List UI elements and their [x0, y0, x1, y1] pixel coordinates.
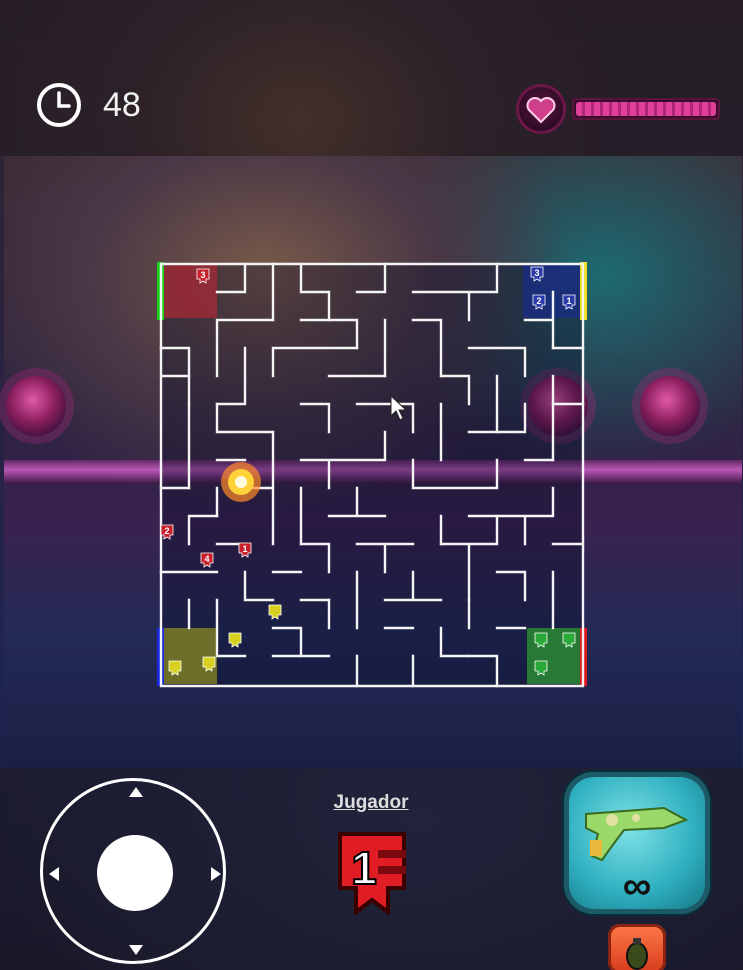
- player-label: Jugador: [333, 792, 409, 813]
- joystick-knob[interactable]: [97, 835, 173, 911]
- arrow-right-icon: [211, 867, 221, 881]
- blue-unit-number: 1: [566, 296, 571, 306]
- blue-unit-number: 3: [534, 268, 539, 278]
- timer-value: 48: [103, 86, 141, 124]
- background-orb: [6, 376, 66, 436]
- blue-unit-number: 2: [536, 296, 541, 306]
- red-unit-number: 4: [204, 554, 209, 564]
- background-orb: [640, 376, 700, 436]
- red-unit-number: 1: [242, 544, 247, 554]
- health-bar: [572, 98, 720, 120]
- joystick[interactable]: [40, 778, 226, 964]
- arrow-left-icon: [49, 867, 59, 881]
- grenade-icon: [626, 938, 648, 970]
- red-unit-number: 2: [164, 526, 169, 536]
- player-badge: 1: [338, 832, 406, 916]
- hud-bar: 48: [0, 0, 743, 156]
- clock-icon: [37, 83, 81, 127]
- ray-gun-icon: [585, 806, 689, 862]
- ammo-count: ∞: [622, 864, 652, 908]
- arrow-down-icon: [129, 945, 143, 955]
- yellow-base: [163, 628, 217, 684]
- health-bar-fill: [576, 102, 716, 116]
- red-unit-number: 3: [200, 270, 205, 280]
- arrow-up-icon: [129, 787, 143, 797]
- grenade-button[interactable]: [608, 924, 666, 970]
- maze-board: 3 2 4 1 3 2 1: [157, 262, 587, 688]
- game-screen: 48 3 2 4 1 3 2 1 Jugador 1 ∞: [0, 0, 743, 970]
- weapon-button[interactable]: ∞: [564, 772, 710, 914]
- explosion-icon: [221, 462, 261, 502]
- player-number: 1: [351, 842, 377, 894]
- heart-icon: [516, 84, 566, 134]
